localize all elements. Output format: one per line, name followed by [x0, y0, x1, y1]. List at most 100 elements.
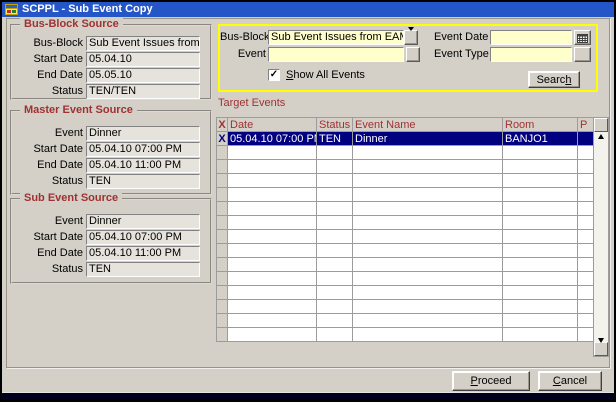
cell-room — [503, 188, 578, 202]
event-date-calendar-button[interactable] — [574, 30, 591, 45]
cell-status — [317, 188, 353, 202]
table-header-row: X Date Status Event Name Room P — [217, 118, 594, 132]
cell-status — [317, 202, 353, 216]
bus-block-dropdown[interactable]: Sub Event Issues from EAME — [268, 30, 404, 45]
cell-date — [228, 300, 317, 314]
group-title: Master Event Source — [20, 104, 137, 116]
search-button[interactable]: Search — [528, 71, 580, 88]
cell-p — [578, 160, 594, 174]
event-field: Dinner — [86, 214, 200, 229]
end-date-field: 05.04.10 11:00 PM — [86, 158, 200, 173]
table-row-empty[interactable] — [217, 300, 594, 314]
cell-room — [503, 230, 578, 244]
cell-p — [578, 188, 594, 202]
cell-x — [217, 202, 228, 216]
column-header-date: Date — [228, 118, 317, 132]
cell-event_name — [353, 188, 503, 202]
table-row-empty[interactable] — [217, 258, 594, 272]
cell-event_name: Dinner — [353, 132, 503, 146]
cell-x — [217, 286, 228, 300]
event-field: Dinner — [86, 126, 200, 141]
event-type-input[interactable] — [490, 47, 572, 62]
cell-status — [317, 286, 353, 300]
cell-status — [317, 314, 353, 328]
event-input[interactable] — [268, 47, 404, 62]
cell-x — [217, 160, 228, 174]
table-row[interactable]: X05.04.10 07:00 PMTENDinnerBANJO1 — [217, 132, 594, 146]
cell-p — [578, 146, 594, 160]
table-row-empty[interactable] — [217, 328, 594, 342]
cell-event_name — [353, 160, 503, 174]
cell-event_name — [353, 146, 503, 160]
cell-date: 05.04.10 07:00 PM — [228, 132, 317, 146]
scroll-up-button[interactable] — [594, 118, 608, 132]
field-label: Start Date — [12, 142, 83, 157]
cell-x — [217, 188, 228, 202]
status-field: TEN — [86, 174, 200, 189]
cell-status — [317, 174, 353, 188]
cell-event_name — [353, 314, 503, 328]
field-label: Bus-Block — [12, 36, 83, 51]
dropdown-arrow-icon — [408, 31, 414, 46]
scroll-down-button[interactable] — [594, 342, 608, 356]
window-bottom-band — [2, 392, 614, 400]
cell-x — [217, 300, 228, 314]
field-label: End Date — [12, 246, 83, 261]
start-date-field: 05.04.10 07:00 PM — [86, 142, 200, 157]
show-all-events-checkbox[interactable]: ✓ — [268, 69, 280, 81]
cell-p — [578, 132, 594, 146]
cell-date — [228, 146, 317, 160]
cell-event_name — [353, 300, 503, 314]
cell-status — [317, 216, 353, 230]
field-label: Status — [12, 262, 83, 277]
column-header-room: Room — [503, 118, 578, 132]
cell-date — [228, 272, 317, 286]
status-field: TEN/TEN — [86, 84, 200, 99]
table-scrollbar[interactable] — [593, 117, 609, 357]
cell-event_name — [353, 258, 503, 272]
cell-event_name — [353, 244, 503, 258]
event-type-lov-button[interactable] — [574, 47, 591, 62]
dialog-window: SCPPL - Sub Event Copy Bus-Block Source … — [0, 0, 616, 402]
table-row-empty[interactable] — [217, 244, 594, 258]
cancel-button[interactable]: Cancel — [538, 371, 602, 391]
cell-status — [317, 160, 353, 174]
table-row-empty[interactable] — [217, 188, 594, 202]
event-lov-button[interactable] — [406, 47, 420, 62]
cell-x — [217, 314, 228, 328]
table-row-empty[interactable] — [217, 286, 594, 300]
table-row-empty[interactable] — [217, 202, 594, 216]
cell-room — [503, 272, 578, 286]
title-bar[interactable]: SCPPL - Sub Event Copy — [2, 2, 614, 17]
table-row-empty[interactable] — [217, 160, 594, 174]
column-header-event-name: Event Name — [353, 118, 503, 132]
table-row-empty[interactable] — [217, 314, 594, 328]
field-label: End Date — [12, 68, 83, 83]
cell-date — [228, 216, 317, 230]
cell-event_name — [353, 216, 503, 230]
cell-status — [317, 230, 353, 244]
cell-date — [228, 202, 317, 216]
field-label: Start Date — [12, 230, 83, 245]
group-title: Bus-Block Source — [20, 18, 123, 30]
cell-p — [578, 244, 594, 258]
cell-x — [217, 244, 228, 258]
event-date-input[interactable] — [490, 30, 572, 45]
cell-status — [317, 244, 353, 258]
cell-x: X — [217, 132, 228, 146]
table-row-empty[interactable] — [217, 272, 594, 286]
table-row-empty[interactable] — [217, 174, 594, 188]
table-row-empty[interactable] — [217, 146, 594, 160]
cell-room — [503, 258, 578, 272]
calendar-icon — [577, 34, 588, 43]
cell-room — [503, 328, 578, 342]
cell-event_name — [353, 272, 503, 286]
proceed-button[interactable]: Proceed — [452, 371, 530, 391]
table-row-empty[interactable] — [217, 216, 594, 230]
cell-x — [217, 146, 228, 160]
cell-status — [317, 258, 353, 272]
bus-block-dropdown-button[interactable] — [404, 30, 418, 45]
table-row-empty[interactable] — [217, 230, 594, 244]
scroll-down-icon — [598, 338, 604, 358]
column-header-status: Status — [317, 118, 353, 132]
